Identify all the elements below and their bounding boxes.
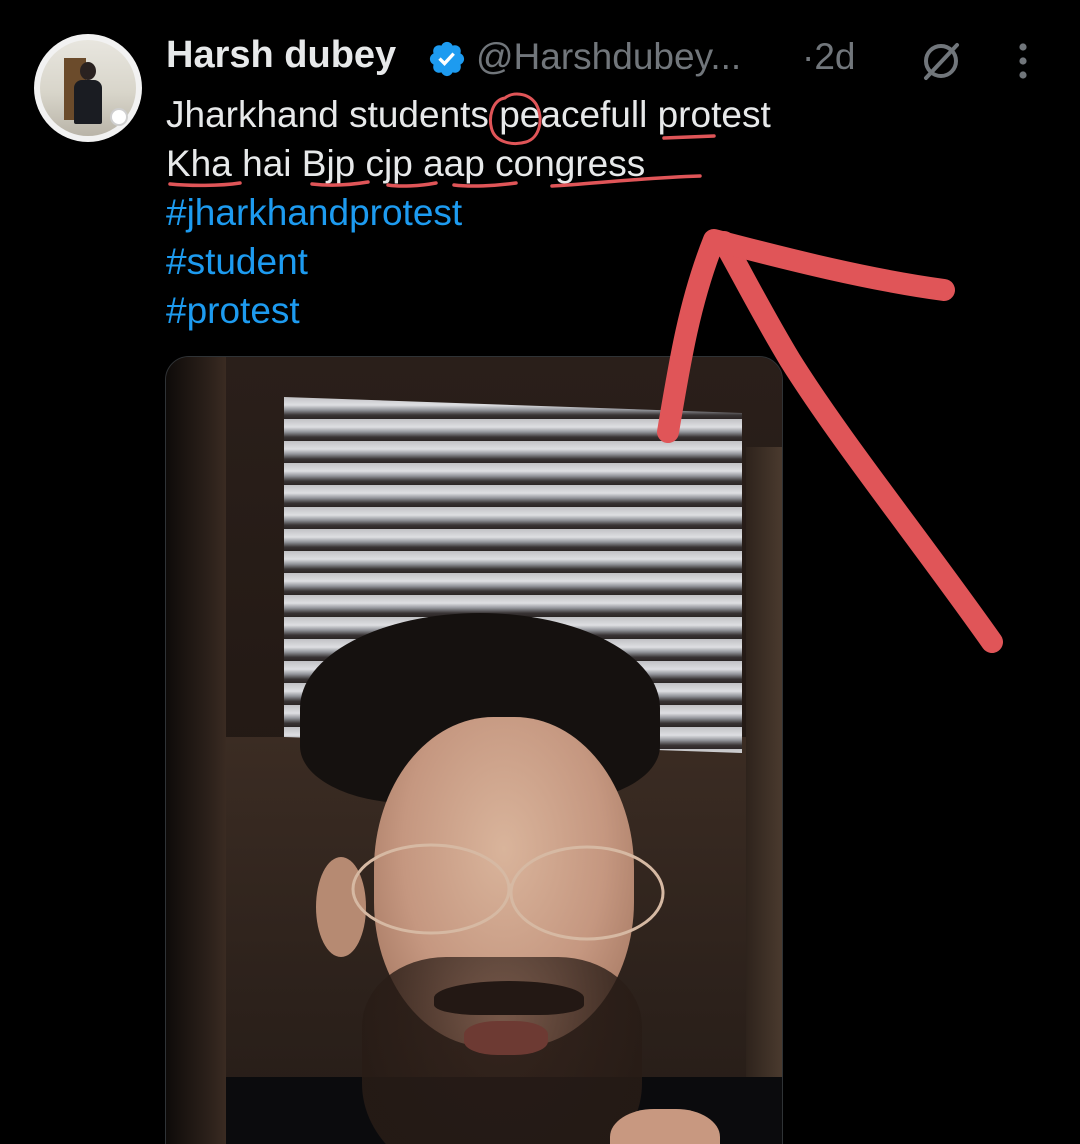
tweet[interactable]: Harsh dubey @Harshdubey... ·2d Jharkhand… <box>0 0 1080 1144</box>
avatar-badge-icon <box>110 108 128 126</box>
grok-icon[interactable] <box>918 38 964 84</box>
author-handle[interactable]: @Harshdubey... <box>476 36 741 78</box>
tweet-video[interactable] <box>165 356 783 1144</box>
author-name[interactable]: Harsh dubey <box>166 34 396 77</box>
more-vertical-icon[interactable] <box>1008 38 1038 84</box>
hashtag-link[interactable]: #protest <box>166 286 1046 335</box>
time-value: 2d <box>814 36 856 77</box>
tweet-text-line: Jharkhand students peacefull protest <box>166 94 771 135</box>
tweet-time[interactable]: ·2d <box>802 36 855 78</box>
hashtag-link[interactable]: #student <box>166 237 1046 286</box>
avatar[interactable] <box>34 34 142 142</box>
time-separator: · <box>802 36 815 77</box>
hashtag-link[interactable]: #jharkhandprotest <box>166 188 1046 237</box>
tweet-header: Harsh dubey @Harshdubey... ·2d <box>166 30 1066 88</box>
verified-badge-icon <box>429 41 465 77</box>
glasses <box>351 843 665 941</box>
tweet-text-line: Kha hai Bjp cjp aap congress <box>166 143 646 184</box>
tweet-text: Jharkhand students peacefull protest Kha… <box>166 90 1046 335</box>
